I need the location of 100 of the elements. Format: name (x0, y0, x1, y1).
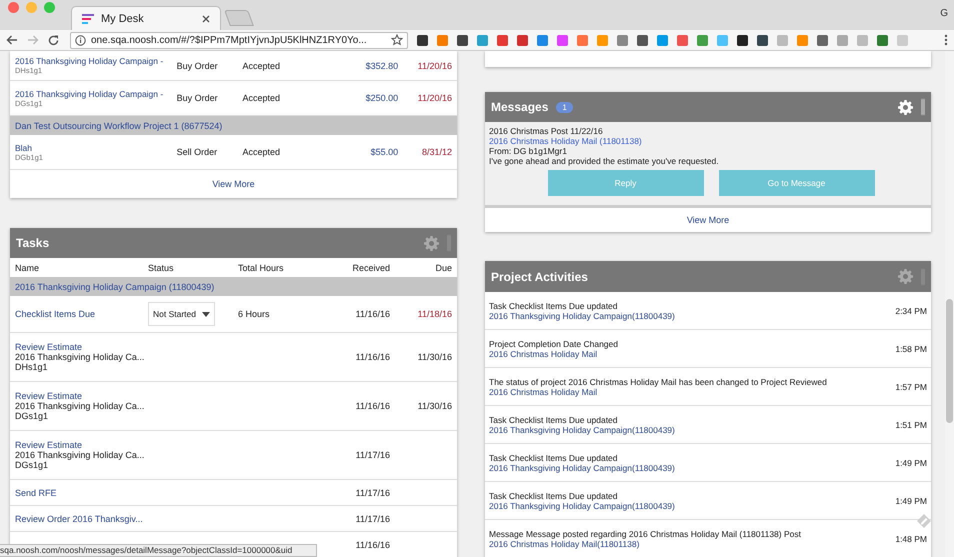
maximize-window-icon[interactable] (44, 2, 55, 12)
received-date: 11/16/16 (356, 540, 390, 550)
activity-text: Task Checklist Items Due updated (489, 300, 618, 310)
column-header[interactable]: Status (148, 262, 238, 272)
activity-time: 2:34 PM (895, 306, 927, 316)
activity-project-link[interactable]: 2016 Thanksgiving Holiday Campaign(11800439) (489, 462, 675, 472)
caret-icon (202, 312, 210, 316)
card-title: Messages (491, 100, 548, 114)
task-project: 2016 Thanksgiving Holiday Ca... (15, 450, 146, 460)
browser-tab[interactable]: My Desk (71, 6, 221, 30)
card-title: Tasks (16, 236, 50, 250)
profile-label[interactable]: G (940, 8, 948, 19)
total-hours: 6 Hours (238, 309, 270, 319)
settings-icon[interactable] (898, 100, 913, 114)
order-type: Buy Order (176, 60, 219, 70)
order-status: Accepted (241, 60, 282, 70)
info-icon (75, 34, 86, 46)
view-more-link[interactable]: View More (212, 179, 255, 189)
order-status: Accepted (241, 147, 282, 157)
task-link[interactable]: Review Estimate (15, 391, 148, 401)
extension-icon[interactable] (757, 34, 768, 46)
count-badge: 1 (556, 102, 573, 112)
task-link[interactable]: Checklist Items Due (15, 309, 148, 319)
activity-time: 1:49 PM (895, 458, 927, 468)
order-link[interactable]: Blah (15, 142, 32, 152)
pencil-icon[interactable] (916, 513, 932, 529)
activity-project-link[interactable]: 2016 Christmas Holiday Mail (489, 348, 598, 358)
message-text: I've gone ahead and provided the estimate you've requested. (489, 156, 719, 166)
order-amount: $250.00 (364, 93, 398, 103)
message-project-link[interactable]: 2016 Christmas Holiday Mail (11801138) (489, 136, 642, 146)
order-amount: $55.00 (370, 147, 398, 157)
received-date: 11/16/16 (356, 309, 390, 319)
due-date: 11/30/16 (418, 352, 452, 362)
task-owner: DGs1g1 (15, 411, 50, 421)
address-field[interactable]: one.sqa.noosh.com/#/?$IPPm7MptIYjvnJpU5KlHNZ1RY0Yo... (70, 32, 408, 48)
order-type: Sell Order (176, 147, 218, 157)
activity-time: 1:48 PM (895, 534, 927, 544)
status-dropdown[interactable]: Not Started (148, 302, 215, 326)
received-date: 11/17/16 (356, 514, 390, 524)
reload-icon[interactable] (48, 34, 59, 46)
extension-icon[interactable] (417, 34, 428, 46)
activity-time: 1:49 PM (895, 496, 927, 506)
column-header[interactable]: Due (390, 262, 452, 272)
order-amount: $352.80 (364, 60, 398, 70)
activity-project-link[interactable]: 2016 Thanksgiving Holiday Campaign(11800439) (489, 310, 675, 320)
task-owner: DGs1g1 (15, 460, 50, 470)
order-link[interactable]: 2016 Thanksgiving Holiday Campaign - (15, 56, 164, 66)
received-date: 11/17/16 (356, 450, 390, 460)
back-icon[interactable] (6, 35, 18, 45)
due-date: 11/18/16 (418, 309, 452, 319)
order-link[interactable]: 2016 Thanksgiving Holiday Campaign - (15, 88, 164, 98)
drag-handle-icon[interactable] (921, 268, 925, 284)
due-date: 11/30/16 (418, 401, 452, 411)
close-icon[interactable] (202, 14, 210, 22)
menu-icon[interactable] (944, 34, 948, 46)
activity-project-link[interactable]: 2016 Thanksgiving Holiday Campaign(11800439) (489, 500, 675, 510)
task-project: 2016 Thanksgiving Holiday Ca... (15, 401, 146, 411)
project-group-header[interactable]: 2016 Thanksgiving Holiday Campaign (11800439) (10, 277, 457, 296)
forward-icon[interactable] (27, 35, 39, 45)
close-window-icon[interactable] (8, 2, 19, 12)
extension-icon[interactable] (637, 34, 648, 46)
message-subject: 2016 Christmas Post 11/22/16 (489, 126, 603, 136)
task-link[interactable]: Review Order 2016 Thanksgiv... (15, 514, 148, 524)
activity-text: Task Checklist Items Due updated (489, 414, 618, 424)
task-link[interactable]: Review Estimate (15, 342, 148, 352)
activity-text: Project Completion Date Changed (489, 338, 618, 348)
received-date: 11/16/16 (356, 401, 390, 411)
new-tab-button[interactable] (224, 10, 254, 26)
drag-handle-icon[interactable] (447, 235, 451, 251)
scrollbar[interactable] (945, 51, 954, 557)
activity-text: Message Message posted regarding 2016 Christmas Holiday Mail (11801138) Post (489, 528, 801, 538)
column-header[interactable]: Received (338, 262, 390, 272)
order-date: 11/20/16 (416, 60, 452, 70)
lines-icon (82, 14, 94, 24)
view-more-link[interactable]: View More (686, 215, 730, 225)
order-date: 8/31/12 (420, 147, 452, 157)
status-bar-url: sqa.noosh.com/noosh/messages/detailMessage?objectClassId=1000000&uid (0, 544, 317, 557)
settings-icon[interactable] (898, 269, 913, 284)
order-status: Accepted (241, 93, 282, 103)
task-project: 2016 Thanksgiving Holiday Ca... (15, 352, 146, 362)
activity-project-link[interactable]: 2016 Christmas Holiday Mail (489, 386, 598, 396)
activity-text: Task Checklist Items Due updated (489, 452, 618, 462)
activity-time: 1:51 PM (895, 420, 927, 430)
column-header[interactable]: Total Hours (238, 262, 338, 272)
star-icon[interactable] (391, 34, 403, 46)
extension-icon[interactable] (457, 34, 468, 46)
message-sender: From: DG b1g1Mgr1 (489, 146, 567, 156)
activity-project-link[interactable]: 2016 Christmas Holiday Mail(11801138) (489, 538, 640, 548)
task-link[interactable]: Review Estimate (15, 440, 148, 450)
activity-time: 1:57 PM (895, 382, 927, 392)
activity-text: Task Checklist Items Due updated (489, 490, 618, 500)
received-date: 11/17/16 (356, 488, 390, 498)
extension-icon[interactable] (737, 34, 748, 46)
activity-project-link[interactable]: 2016 Thanksgiving Holiday Campaign(11800439) (489, 424, 675, 434)
scrollbar-thumb[interactable] (946, 299, 953, 423)
column-header[interactable]: Name (15, 262, 148, 272)
activity-text: The status of project 2016 Christmas Holiday Mail has been changed to Project Reviewed (489, 376, 827, 386)
project-group-header[interactable]: Dan Test Outsourcing Workflow Project 1 (8677524) (10, 116, 457, 135)
task-link[interactable]: Send RFE (15, 488, 148, 498)
settings-icon[interactable] (424, 236, 439, 250)
